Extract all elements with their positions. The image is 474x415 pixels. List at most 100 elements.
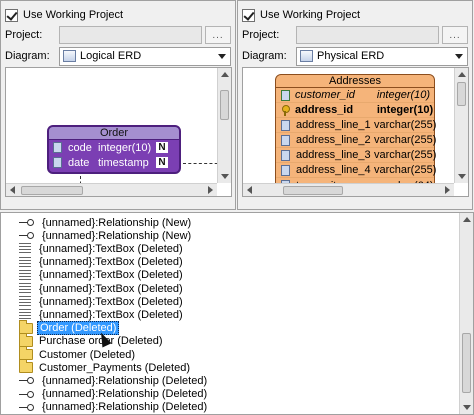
tree-vertical-scrollbar[interactable] [459,213,473,414]
addresses-column-type: varchar(255) [374,119,437,131]
textbox-icon [19,283,31,294]
chevron-down-icon[interactable] [218,53,226,59]
left-use-working-project-checkbox[interactable] [5,8,18,22]
left-project-browse-button[interactable]: ... [205,26,231,44]
left-canvas-vertical-scrollbar[interactable] [217,68,231,183]
right-canvas-vertical-scrollbar[interactable] [454,68,468,183]
addresses-column-name: customer_id [295,89,355,101]
addresses-column-type: varchar(255) [374,134,437,146]
scroll-left-icon[interactable] [10,186,15,194]
addresses-column-type: varchar(255) [374,149,437,161]
addresses-column-name: address_line_1 [296,119,371,131]
erd-diagram-icon [300,50,313,62]
right-project-browse-button[interactable]: ... [442,26,468,44]
addresses-column-name: address_line_4 [296,164,371,176]
scroll-right-icon[interactable] [445,186,450,194]
entity-folder-icon [19,359,33,374]
relationship-icon [19,403,35,412]
tree-item-label: {unnamed}:TextBox (Deleted) [39,295,183,308]
order-column-type: timestamp [98,156,149,169]
right-project-row: Project: ... [242,25,468,45]
scroll-down-icon[interactable] [458,174,466,179]
tree-item-label: {unnamed}:Relationship (New) [42,216,192,229]
scroll-left-icon[interactable] [247,186,252,194]
left-project-field[interactable] [59,26,202,44]
addresses-column-type: integer(10) [376,104,434,116]
tree-item-label: Customer_Payments (Deleted) [39,361,191,374]
order-column-row[interactable]: date timestamp N [49,155,179,170]
addresses-column-name: address_line_2 [296,134,371,146]
right-use-working-project[interactable]: Use Working Project [242,5,468,25]
relationship-icon [19,390,35,399]
textbox-icon [19,243,31,255]
left-canvas-horizontal-scrollbar[interactable] [6,183,217,196]
scroll-thumb[interactable] [462,333,471,393]
left-diagram-pane: Use Working Project Project: ... Diagram… [0,0,236,210]
tree-item-label: {unnamed}:TextBox (Deleted) [39,242,183,255]
scroll-down-icon[interactable] [221,174,229,179]
right-diagram-canvas[interactable]: Addresses customer_id integer(10) addres… [242,67,469,197]
right-diagram-row: Diagram: Physical ERD [242,46,468,66]
order-column-name: date [68,156,90,169]
right-diagram-pane: Use Working Project Project: ... Diagram… [237,0,473,210]
tree-item-label: {unnamed}:TextBox (Deleted) [39,308,183,321]
addresses-column-name: address_line_3 [296,149,371,161]
addresses-column-row[interactable]: customer_id integer(10) [276,88,434,103]
order-column-type: integer(10) [98,141,152,154]
order-column-row[interactable]: code integer(10) N [49,140,179,155]
addresses-column-row[interactable]: address_line_2 varchar(255) [276,133,437,148]
textbox-icon [19,296,31,308]
left-project-label: Project: [5,29,43,41]
tree-item-label: {unnamed}:Relationship (Deleted) [42,388,208,401]
scroll-thumb[interactable] [457,82,466,106]
foreign-key-icon [281,89,290,101]
changes-tree[interactable]: {unnamed}:Relationship (New) {unnamed}:Re… [0,212,474,415]
scroll-up-icon[interactable] [463,217,471,222]
relationship-icon [19,218,35,227]
addresses-column-row[interactable]: address_line_1 varchar(255) [276,118,437,133]
scroll-thumb[interactable] [283,186,343,195]
primary-key-icon [281,104,290,116]
relationship-icon [19,231,35,240]
column-icon [53,142,62,153]
nullable-badge: N [156,142,168,153]
column-icon [281,164,290,176]
left-project-row: Project: ... [5,25,231,45]
scroll-down-icon[interactable] [463,405,471,410]
scroll-thumb[interactable] [220,90,229,120]
erd-diagram-icon [63,50,76,62]
tree-item-label: {unnamed}:TextBox (Deleted) [39,256,183,269]
tree-item-label: {unnamed}:Relationship (Deleted) [42,374,208,387]
scroll-thumb[interactable] [21,186,83,195]
addresses-column-type: varchar(255) [374,164,437,176]
tree-item-label: {unnamed}:TextBox (Deleted) [39,269,183,282]
scroll-right-icon[interactable] [208,186,213,194]
addresses-column-row[interactable]: address_line_3 varchar(255) [276,148,437,163]
addresses-column-row[interactable]: address_id integer(10) [276,103,434,118]
left-diagram-value: Logical ERD [80,50,142,62]
addresses-column-row[interactable]: address_line_4 varchar(255) [276,163,437,178]
left-use-working-project[interactable]: Use Working Project [5,5,231,25]
left-diagram-select[interactable]: Logical ERD [59,46,231,66]
right-diagram-select[interactable]: Physical ERD [296,46,468,66]
right-canvas-horizontal-scrollbar[interactable] [243,183,454,196]
left-diagram-label: Diagram: [5,50,50,62]
relationship-icon [19,376,35,385]
left-use-working-project-label: Use Working Project [23,9,124,21]
column-icon [281,134,290,146]
textbox-icon [19,269,31,281]
scroll-up-icon[interactable] [458,72,466,77]
right-use-working-project-checkbox[interactable] [242,8,255,22]
right-project-label: Project: [242,29,280,41]
right-use-working-project-label: Use Working Project [260,9,361,21]
tree-item-label: {unnamed}:Relationship (Deleted) [42,401,208,414]
left-diagram-canvas[interactable]: Order code integer(10) N date timestamp … [5,67,232,197]
tree-item-label: Customer (Deleted) [39,348,135,361]
left-diagram-row: Diagram: Logical ERD [5,46,231,66]
addresses-entity[interactable]: Addresses customer_id integer(10) addres… [275,74,437,196]
scroll-up-icon[interactable] [221,72,229,77]
chevron-down-icon[interactable] [455,53,463,59]
order-column-name: code [68,141,92,154]
right-project-field[interactable] [296,26,439,44]
order-entity[interactable]: Order code integer(10) N date timestamp … [47,125,181,174]
